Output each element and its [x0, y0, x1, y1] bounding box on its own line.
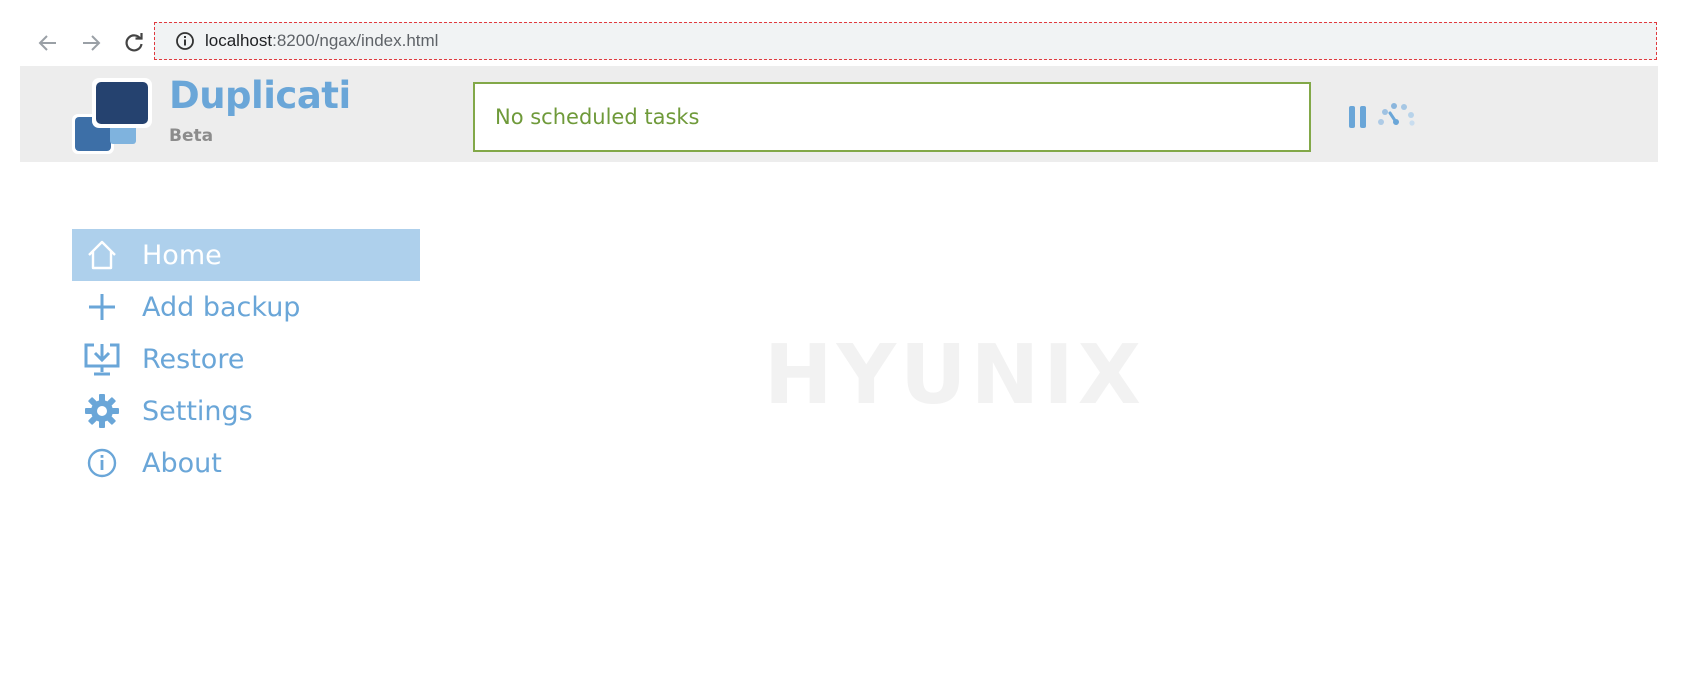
- sidebar-item-home[interactable]: Home: [72, 229, 420, 281]
- back-button[interactable]: [35, 30, 61, 56]
- url-host: localhost: [205, 31, 273, 50]
- brand-edition: Beta: [169, 126, 214, 146]
- sidebar-menu: Home Add backup Restore Settings About: [72, 229, 420, 489]
- status-text: No scheduled tasks: [495, 105, 700, 129]
- gear-icon: [76, 385, 128, 437]
- sidebar-item-label: About: [142, 447, 222, 479]
- arrow-right-icon: [83, 35, 101, 51]
- pause-icon[interactable]: [1347, 104, 1369, 130]
- sidebar-item-settings[interactable]: Settings: [72, 385, 420, 437]
- url-path: :8200/ngax/index.html: [272, 31, 439, 50]
- app-header: Duplicati Beta No scheduled tasks: [20, 66, 1658, 162]
- sidebar-item-label: Settings: [142, 395, 253, 427]
- watermark-logo: HYUNIX: [764, 328, 1145, 423]
- site-info-icon[interactable]: [175, 31, 195, 51]
- restore-icon: [76, 333, 128, 385]
- reload-icon: [125, 33, 143, 52]
- info-icon: [76, 437, 128, 489]
- home-icon: [76, 229, 128, 281]
- sidebar-item-add-backup[interactable]: Add backup: [72, 281, 420, 333]
- sidebar-item-about[interactable]: About: [72, 437, 420, 489]
- brand-name: Duplicati: [169, 74, 351, 117]
- address-bar[interactable]: localhost:8200/ngax/index.html: [154, 22, 1657, 60]
- sidebar-item-label: Home: [142, 239, 222, 271]
- plus-icon: [76, 281, 128, 333]
- sidebar-item-restore[interactable]: Restore: [72, 333, 420, 385]
- url-text: localhost:8200/ngax/index.html: [205, 31, 438, 51]
- throttle-gauge-icon[interactable]: [1377, 102, 1415, 126]
- arrow-left-icon: [38, 35, 56, 51]
- reload-button[interactable]: [121, 30, 147, 56]
- browser-toolbar: localhost:8200/ngax/index.html: [0, 0, 1681, 66]
- sidebar-item-label: Add backup: [142, 291, 301, 323]
- status-box: No scheduled tasks: [473, 82, 1311, 152]
- duplicati-logo-icon: [72, 78, 152, 154]
- forward-button[interactable]: [78, 30, 104, 56]
- sidebar-item-label: Restore: [142, 343, 245, 375]
